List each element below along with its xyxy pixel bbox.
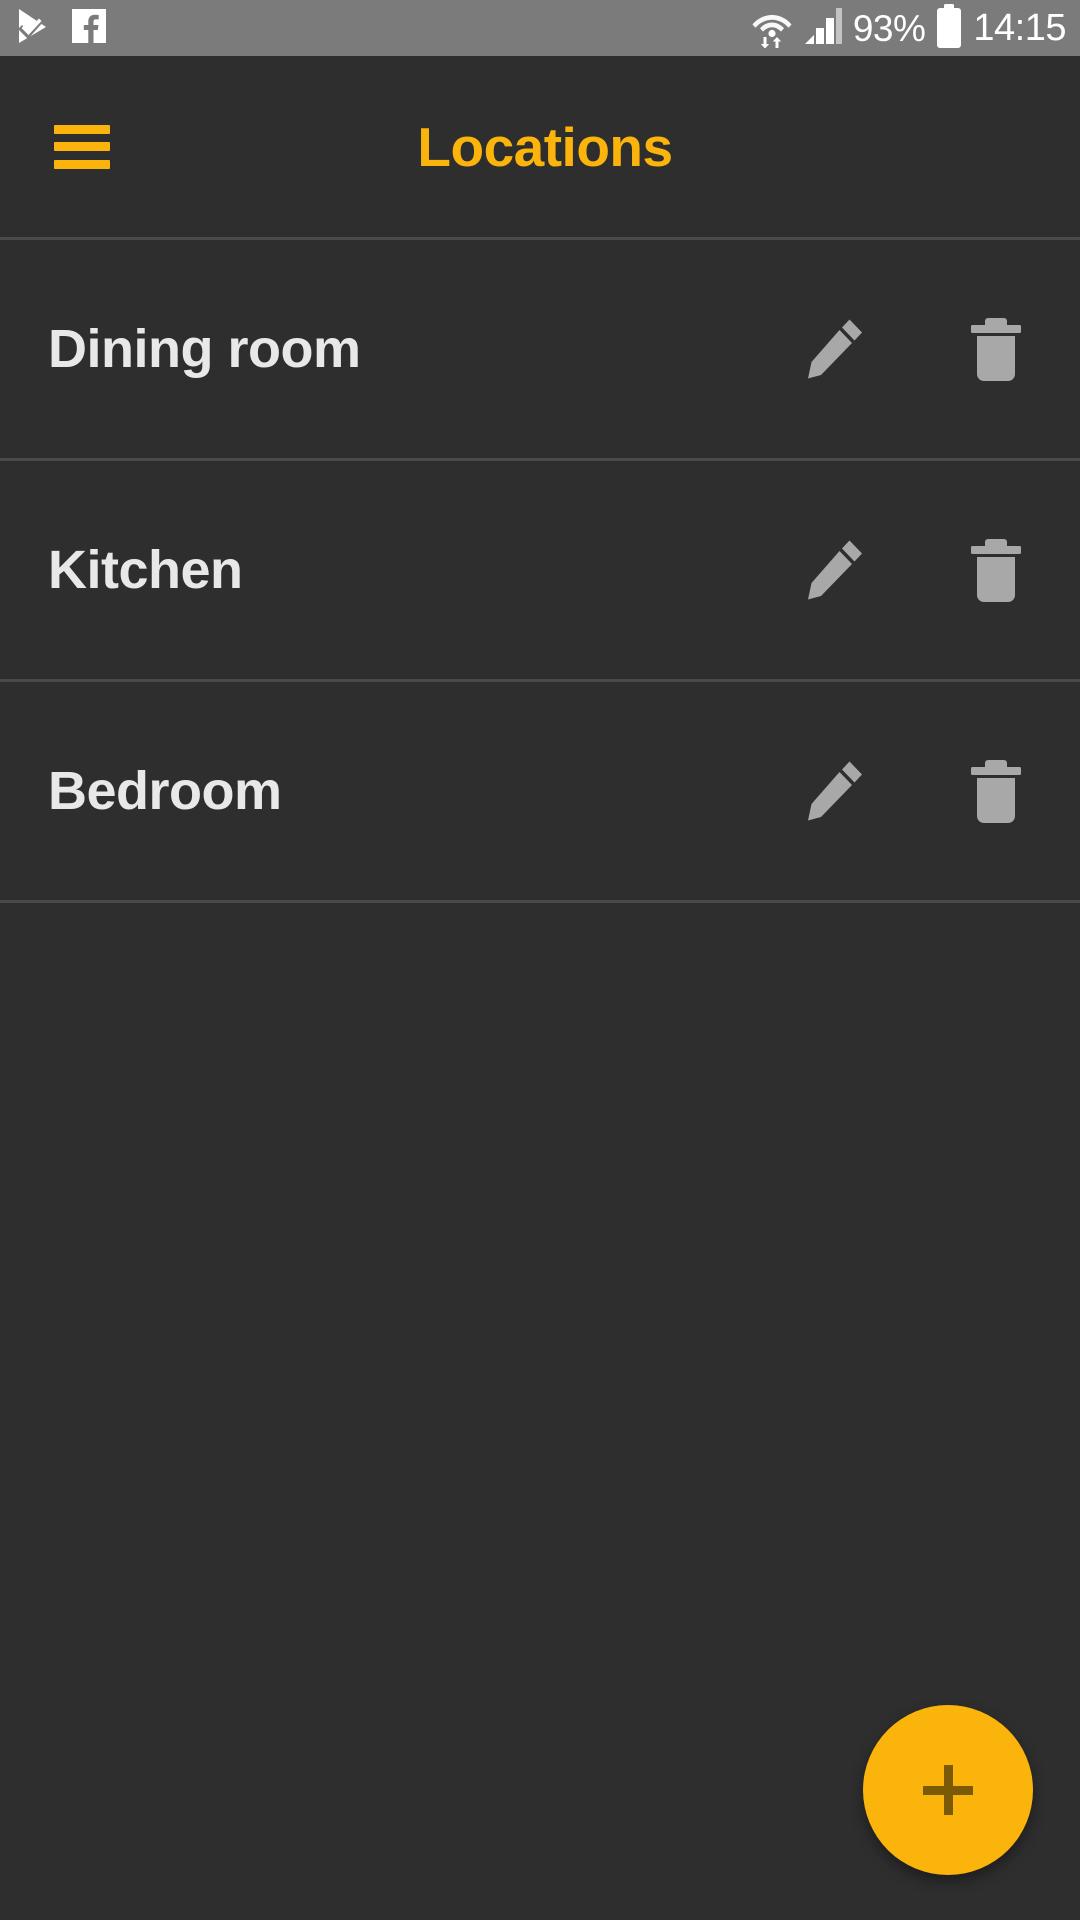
location-name-label: Kitchen bbox=[48, 540, 243, 600]
facebook-icon bbox=[72, 8, 106, 48]
status-bar-left-icons bbox=[16, 8, 106, 49]
location-name-label: Dining room bbox=[48, 319, 361, 379]
app-bar: Locations bbox=[0, 56, 1080, 237]
clock-label: 14:15 bbox=[973, 7, 1066, 49]
play-store-update-icon bbox=[16, 8, 50, 49]
plus-icon bbox=[923, 1765, 973, 1815]
page-title: Locations bbox=[417, 115, 673, 178]
list-item[interactable]: Kitchen bbox=[0, 461, 1080, 679]
pencil-icon bbox=[808, 761, 862, 821]
locations-list: Dining room Kitchen Bedroom bbox=[0, 237, 1080, 903]
delete-location-button[interactable] bbox=[960, 532, 1032, 608]
list-item[interactable]: Bedroom bbox=[0, 682, 1080, 900]
trash-icon bbox=[971, 539, 1021, 602]
battery-percent-label: 93% bbox=[852, 7, 926, 49]
delete-location-button[interactable] bbox=[960, 753, 1032, 829]
list-divider-bottom bbox=[0, 900, 1080, 903]
pencil-icon bbox=[808, 319, 862, 379]
delete-location-button[interactable] bbox=[960, 311, 1032, 387]
pencil-icon bbox=[808, 540, 862, 600]
location-name-label: Bedroom bbox=[48, 761, 282, 821]
row-actions bbox=[800, 753, 1032, 829]
row-actions bbox=[800, 532, 1032, 608]
trash-icon bbox=[971, 760, 1021, 823]
list-item[interactable]: Dining room bbox=[0, 240, 1080, 458]
battery-icon bbox=[935, 3, 963, 53]
status-bar-right-icons: 93% 14:15 bbox=[751, 3, 1066, 53]
edit-location-button[interactable] bbox=[800, 753, 872, 829]
edit-location-button[interactable] bbox=[800, 532, 872, 608]
cellular-signal-icon bbox=[803, 6, 843, 51]
status-bar: 93% 14:15 bbox=[0, 0, 1080, 56]
add-location-fab[interactable] bbox=[863, 1705, 1033, 1875]
trash-icon bbox=[971, 318, 1021, 381]
edit-location-button[interactable] bbox=[800, 311, 872, 387]
wifi-icon bbox=[751, 4, 793, 53]
row-actions bbox=[800, 311, 1032, 387]
